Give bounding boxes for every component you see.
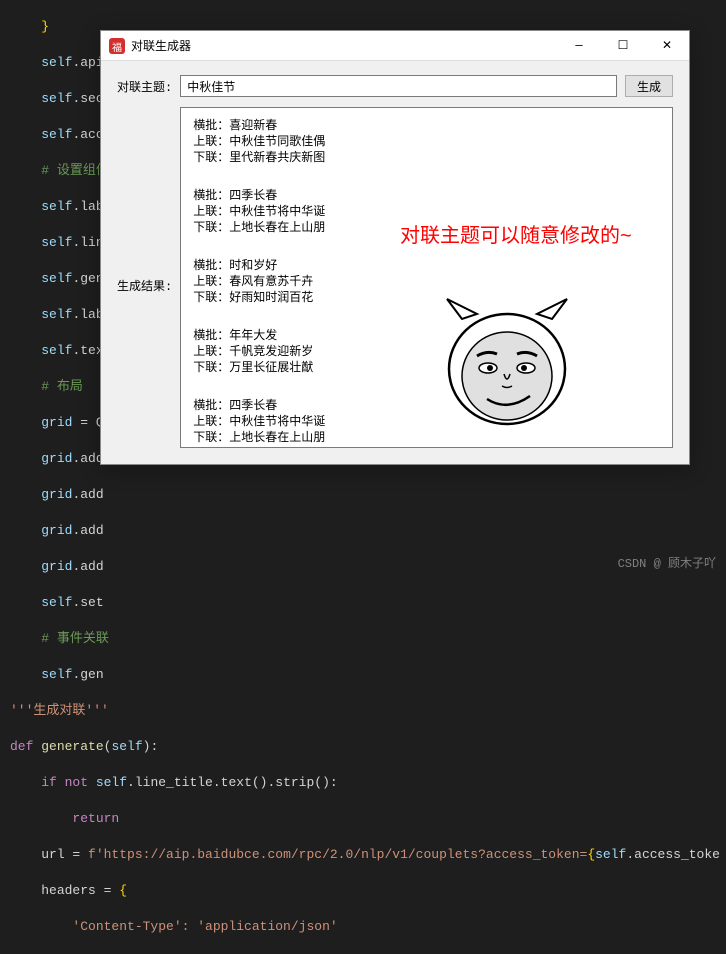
theme-label: 对联主题: (117, 78, 172, 95)
couplet-block: 横批：年年大发 上联：千帆竞发迎新岁 下联：万里长征展壮猷 (193, 328, 660, 376)
theme-input[interactable] (180, 75, 617, 97)
title-bar[interactable]: 对联生成器 ─ ☐ ✕ (101, 31, 689, 61)
couplet-block: 横批：四季长春 上联：中秋佳节将中华诞 下联：上地长春在上山朋 (193, 398, 660, 446)
input-row: 对联主题: 生成 (117, 75, 673, 97)
content-area: 对联主题: 生成 生成结果: 横批：喜迎新春 上联：中秋佳节同歌佳偶 下联：里代… (101, 61, 689, 464)
result-textarea[interactable]: 横批：喜迎新春 上联：中秋佳节同歌佳偶 下联：里代新春共庆新图 横批：四季长春 … (180, 107, 673, 448)
meme-face-image (432, 294, 582, 434)
couplet-generator-dialog: 对联生成器 ─ ☐ ✕ 对联主题: 生成 生成结果: 横批：喜迎新春 上联：中秋… (100, 30, 690, 465)
generate-button[interactable]: 生成 (625, 75, 673, 97)
couplet-block: 横批：喜迎新春 上联：中秋佳节同歌佳偶 下联：里代新春共庆新图 (193, 118, 660, 166)
app-icon (109, 38, 125, 54)
maximize-button[interactable]: ☐ (601, 31, 645, 61)
csdn-watermark: CSDN @ 顾木子吖 (618, 554, 716, 571)
close-button[interactable]: ✕ (645, 31, 689, 61)
couplet-block: 横批：时和岁好 上联：春风有意苏千卉 下联：好雨知时润百花 (193, 258, 660, 306)
window-title: 对联生成器 (131, 37, 557, 54)
minimize-button[interactable]: ─ (557, 31, 601, 61)
couplet-block: 横批：四季长春 上联：中秋佳节将中华诞 下联：上地长春在上山朋 (193, 188, 660, 236)
result-row: 生成结果: 横批：喜迎新春 上联：中秋佳节同歌佳偶 下联：里代新春共庆新图 横批… (117, 107, 673, 448)
result-label: 生成结果: (117, 107, 172, 448)
